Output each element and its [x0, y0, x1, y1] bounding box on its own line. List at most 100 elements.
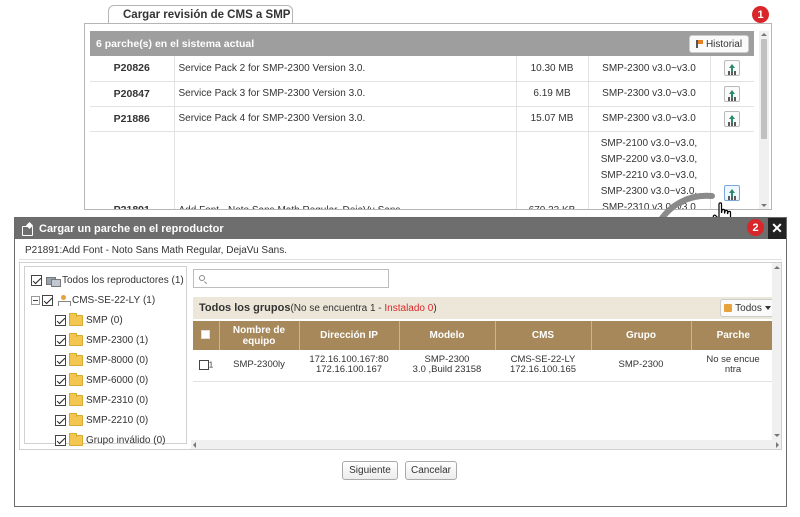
- dialog-content-frame: Todos los reproductores (1) CMS-SE-22-LY…: [19, 262, 782, 450]
- patch-version: SMP-2300 v3.0~v3.0: [588, 106, 711, 132]
- model-line: 3.0 ,Build 23158: [412, 364, 482, 376]
- dialog-subtitle: P21891:Add Font - Noto Sans Math Regular…: [25, 245, 288, 256]
- player-ip: 172.16.100.167:80 172.16.100.167: [299, 350, 399, 382]
- select-all-header[interactable]: [193, 321, 220, 350]
- ip-line: 172.16.100.167: [315, 364, 383, 376]
- player-model: SMP-2300 3.0 ,Build 23158: [399, 350, 495, 382]
- players-horizontal-scrollbar[interactable]: [191, 440, 781, 449]
- scroll-up-icon[interactable]: [773, 266, 780, 269]
- patch-list-scrollbar[interactable]: [759, 31, 769, 209]
- divider: [19, 259, 782, 260]
- group-count: (0): [136, 394, 149, 406]
- group-checkbox[interactable]: [55, 434, 66, 446]
- tree-group-item[interactable]: SMP-2300 (1): [25, 330, 186, 350]
- search-icon: [199, 275, 205, 281]
- next-button[interactable]: Siguiente: [342, 461, 398, 480]
- scroll-down-icon[interactable]: [761, 204, 767, 207]
- group-checkbox[interactable]: [55, 334, 66, 346]
- patch-line: ntra: [724, 364, 742, 376]
- scroll-thumb[interactable]: [761, 39, 767, 139]
- patch-description: Add Font - Noto Sans Math Regular, DejaV…: [174, 131, 517, 209]
- callout-badge-1-text: 1: [757, 8, 764, 21]
- row-select-cell[interactable]: 1: [193, 350, 219, 382]
- filter-icon: [724, 304, 733, 312]
- patch-id: P20826: [90, 56, 175, 82]
- tree-group-item[interactable]: SMP-6000 (0): [25, 370, 186, 390]
- column-header: Modelo: [399, 321, 496, 350]
- patch-size: 10.30 MB: [516, 56, 589, 82]
- upload-icon[interactable]: [724, 110, 741, 127]
- chevron-down-icon: [764, 306, 771, 310]
- folder-icon: [69, 332, 83, 346]
- group-label: SMP-2300: [86, 334, 134, 346]
- patch-action-cell: [710, 56, 754, 82]
- player-tree: Todos los reproductores (1) CMS-SE-22-LY…: [24, 266, 187, 446]
- tree-group-item[interactable]: SMP-2310 (0): [25, 390, 186, 410]
- tree-root-label: Todos los reproductores: [62, 274, 169, 286]
- table-row: P20826 Service Pack 2 for SMP-2300 Versi…: [90, 56, 754, 82]
- scroll-right-icon[interactable]: [776, 442, 779, 448]
- folder-icon: [69, 412, 83, 426]
- tree-group-item[interactable]: Grupo inválido (0): [25, 430, 186, 450]
- column-header: Dirección IP: [299, 321, 400, 350]
- version-line: SMP-2210 v3.0~v3.0,: [600, 169, 698, 181]
- group-count: (0): [153, 434, 166, 446]
- player-list-pane: Todos los grupos(No se encuentra 1 - Ins…: [191, 263, 781, 449]
- collapse-icon[interactable]: [31, 295, 40, 305]
- group-checkbox[interactable]: [55, 314, 66, 326]
- tab-cms-to-smp[interactable]: Cargar revisión de CMS a SMP: [108, 5, 293, 25]
- players-vertical-scrollbar[interactable]: [772, 263, 781, 440]
- upload-icon[interactable]: [724, 85, 741, 102]
- tree-group-item[interactable]: SMP-2210 (0): [25, 410, 186, 430]
- upload-icon[interactable]: [724, 184, 741, 201]
- player-patch-status: No se encue ntra: [691, 350, 775, 382]
- close-button[interactable]: ✕: [768, 218, 786, 239]
- search-field[interactable]: [193, 269, 389, 288]
- historial-button[interactable]: Historial: [689, 35, 749, 53]
- search-input[interactable]: [210, 271, 386, 286]
- group-count: (0): [136, 374, 149, 386]
- folder-icon: [69, 352, 83, 366]
- todos-filter-button[interactable]: Todos: [720, 299, 775, 317]
- player-group: SMP-2300: [591, 350, 691, 382]
- select-all-checkbox[interactable]: [201, 329, 211, 339]
- group-count: (0): [110, 314, 123, 326]
- cancel-button[interactable]: Cancelar: [405, 461, 457, 480]
- upload-icon[interactable]: [724, 60, 741, 77]
- tree-root-checkbox[interactable]: [31, 274, 42, 286]
- table-row[interactable]: 1 SMP-2300ly 172.16.100.167:80 172.16.10…: [193, 350, 775, 382]
- players-table: Nombre de equipo Dirección IP Modelo CMS…: [193, 321, 775, 382]
- load-patch-dialog: Cargar un parche en el reproductor ✕ P21…: [14, 217, 787, 507]
- flag-icon: [695, 40, 703, 48]
- group-checkbox[interactable]: [55, 414, 66, 426]
- group-checkbox[interactable]: [55, 374, 66, 386]
- groups-bar: Todos los grupos(No se encuentra 1 - Ins…: [193, 297, 775, 319]
- tree-group-item[interactable]: SMP-8000 (0): [25, 350, 186, 370]
- patch-version: SMP-2300 v3.0~v3.0: [588, 56, 711, 82]
- groups-status-prefix: (No se encuentra 1 -: [290, 303, 385, 314]
- tree-server[interactable]: CMS-SE-22-LY (1): [25, 290, 186, 310]
- group-count: (1): [136, 334, 149, 346]
- row-checkbox[interactable]: [198, 359, 209, 370]
- tree-root[interactable]: Todos los reproductores (1): [25, 270, 186, 290]
- tree-server-checkbox[interactable]: [42, 294, 53, 306]
- cancel-button-label: Cancelar: [410, 465, 452, 476]
- patch-panel: 6 parche(s) en el sistema actual Histori…: [84, 23, 772, 210]
- patch-size: 6.19 MB: [516, 81, 589, 107]
- group-count: (0): [136, 414, 149, 426]
- patch-id: P21891: [90, 131, 175, 209]
- tab-label: Cargar revisión de CMS a SMP: [123, 9, 291, 21]
- table-row: P20847 Service Pack 3 for SMP-2300 Versi…: [90, 81, 754, 107]
- patch-description: Service Pack 2 for SMP-2300 Version 3.0.: [174, 56, 517, 82]
- group-checkbox[interactable]: [55, 394, 66, 406]
- version-line: SMP-2200 v3.0~v3.0,: [600, 153, 698, 165]
- scroll-down-icon[interactable]: [773, 434, 780, 437]
- patch-description: Service Pack 3 for SMP-2300 Version 3.0.: [174, 81, 517, 107]
- folder-icon: [69, 312, 83, 326]
- scroll-up-icon[interactable]: [761, 33, 767, 36]
- table-row: P21886 Service Pack 4 for SMP-2300 Versi…: [90, 106, 754, 132]
- historial-label: Historial: [705, 38, 743, 50]
- tree-group-item[interactable]: SMP (0): [25, 310, 186, 330]
- scroll-left-icon[interactable]: [193, 442, 196, 448]
- group-checkbox[interactable]: [55, 354, 66, 366]
